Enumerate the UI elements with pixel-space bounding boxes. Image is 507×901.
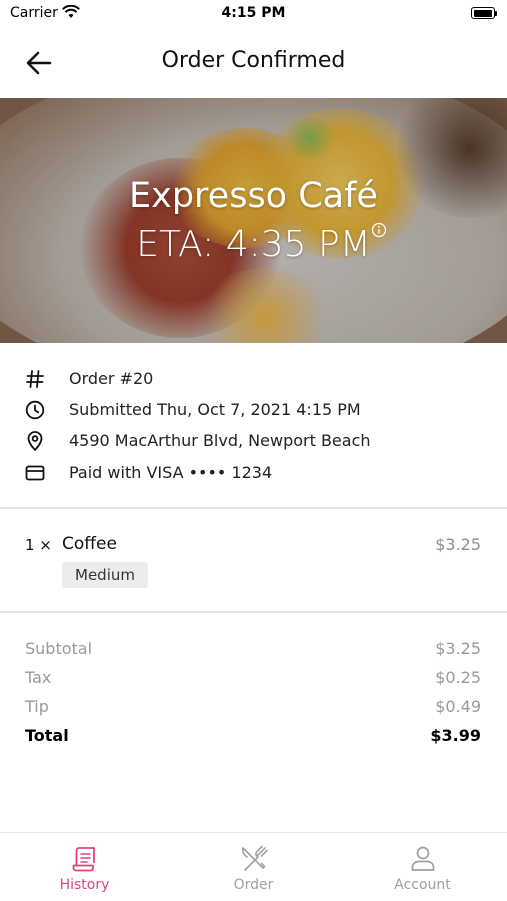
total-label: Total (25, 726, 69, 745)
person-icon (411, 846, 435, 871)
fork-knife-icon (241, 845, 268, 871)
tab-history-label: History (59, 877, 110, 893)
tip-row: Tip $0.49 (25, 697, 481, 719)
total-value: $3.99 (430, 726, 481, 745)
order-number: Order #20 (69, 369, 154, 388)
submitted-time: Submitted Thu, Oct 7, 2021 4:15 PM (69, 400, 361, 419)
tax-value: $0.25 (435, 668, 481, 687)
delivery-address: 4590 MacArthur Blvd, Newport Beach (69, 431, 371, 450)
restaurant-hero: Expresso Café ETA: 4:35 PM (0, 98, 507, 343)
receipt-icon (72, 847, 95, 872)
info-icon[interactable] (371, 222, 387, 238)
divider (0, 611, 507, 613)
item-name: Coffee (62, 534, 117, 554)
item-modifier-badge: Medium (62, 562, 148, 588)
address-row: 4590 MacArthur Blvd, Newport Beach (0, 426, 507, 454)
hash-icon (26, 370, 44, 388)
tab-account[interactable]: Account (338, 833, 507, 901)
item-price: $3.25 (435, 535, 481, 554)
tip-value: $0.49 (435, 697, 481, 716)
tax-row: Tax $0.25 (25, 668, 481, 690)
status-bar: Carrier 4:15 PM (0, 0, 507, 30)
item-quantity: 1 × (25, 536, 52, 554)
tab-account-label: Account (394, 877, 451, 893)
payment-row: Paid with VISA •••• 1234 (0, 458, 507, 486)
credit-card-icon (25, 465, 45, 481)
battery-icon (471, 7, 497, 19)
page-title: Order Confirmed (161, 48, 346, 73)
divider (0, 507, 507, 509)
payment-method: Paid with VISA •••• 1234 (69, 463, 273, 482)
total-row: Total $3.99 (25, 726, 481, 748)
status-time: 4:15 PM (221, 5, 286, 21)
nav-bar: Order Confirmed (0, 32, 507, 96)
submitted-row: Submitted Thu, Oct 7, 2021 4:15 PM (0, 395, 507, 423)
tab-bar: History Order Account (0, 832, 507, 901)
location-pin-icon (27, 431, 43, 451)
subtotal-row: Subtotal $3.25 (25, 639, 481, 661)
restaurant-name: Expresso Café (129, 176, 378, 216)
tab-order[interactable]: Order (169, 833, 338, 901)
tab-history[interactable]: History (0, 833, 169, 901)
order-number-row: Order #20 (0, 364, 507, 392)
tip-label: Tip (25, 697, 49, 716)
tab-order-label: Order (233, 877, 274, 893)
clock-icon (25, 400, 45, 420)
eta-label: ETA: 4:35 PM (136, 224, 371, 265)
subtotal-label: Subtotal (25, 639, 93, 658)
subtotal-value: $3.25 (435, 639, 481, 658)
tax-label: Tax (25, 668, 52, 687)
